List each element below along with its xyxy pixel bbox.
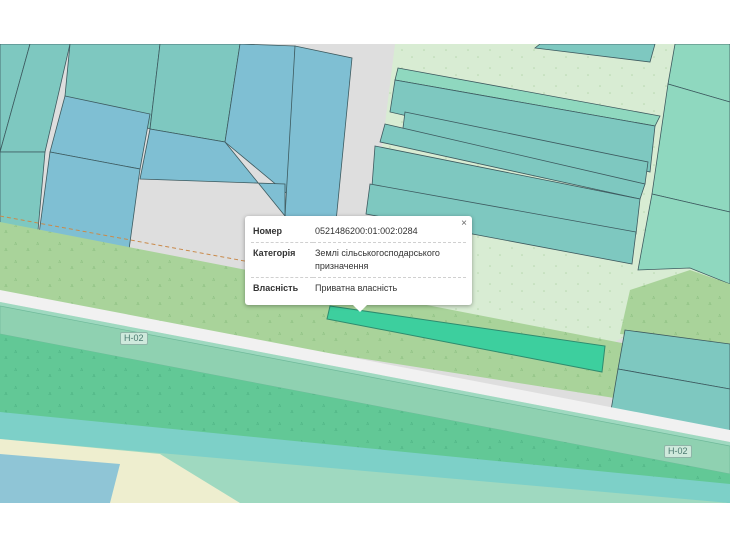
- ownership-label: Власність: [251, 277, 313, 299]
- category-label: Категорія: [251, 242, 313, 278]
- close-icon[interactable]: ×: [461, 218, 467, 230]
- road-label: Н-02: [664, 445, 692, 458]
- map-viewport[interactable]: ᐞ ᐞ ᐞ ᐞ: [0, 44, 730, 503]
- parcel-info-popup: × Номер 0521486200:01:002:0284 Категорія…: [245, 216, 472, 312]
- ownership-value: Приватна власність: [313, 277, 466, 299]
- parcel[interactable]: [149, 44, 241, 143]
- category-value: Землі сільськогосподарського призначення: [313, 242, 466, 278]
- parcel-info-table: Номер 0521486200:01:002:0284 Категорія З…: [251, 221, 466, 299]
- table-row: Власність Приватна власність: [251, 277, 466, 299]
- table-row: Номер 0521486200:01:002:0284: [251, 221, 466, 243]
- table-row: Категорія Землі сільськогосподарського п…: [251, 242, 466, 278]
- number-label: Номер: [253, 226, 283, 236]
- road-label: Н-02: [120, 332, 148, 345]
- cadastral-number: 0521486200:01:002:0284: [315, 226, 418, 236]
